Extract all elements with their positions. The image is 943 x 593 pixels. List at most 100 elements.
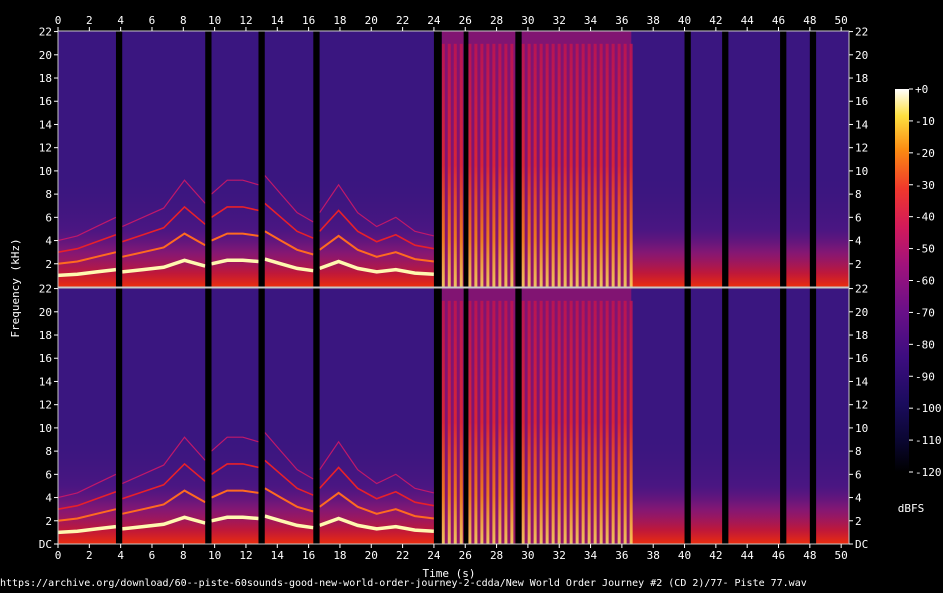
pulse-stripe [605, 43, 609, 287]
y-tick-label: 18 [855, 329, 868, 342]
silence-gap [684, 31, 691, 287]
y-tick-label: 4 [45, 235, 52, 248]
x-tick-label: 50 [835, 549, 848, 562]
pulse-stripe [551, 43, 555, 287]
x-tick-label: 18 [333, 549, 346, 562]
silence-gap [433, 288, 442, 544]
x-tick-label: 26 [459, 14, 472, 27]
colorbar-tick-label: -20 [915, 147, 935, 160]
x-tick-label: 8 [180, 549, 187, 562]
pulse-stripe [533, 300, 537, 544]
y-tick-label: 16 [39, 95, 52, 108]
pulse-stripe [533, 43, 537, 287]
x-tick-label: 0 [55, 549, 62, 562]
pulse-stripe [486, 300, 490, 544]
pulse-stripe [557, 300, 561, 544]
y-tick-label: 8 [45, 188, 52, 201]
y-tick-label: 12 [39, 399, 52, 412]
x-tick-label: 0 [55, 14, 62, 27]
x-tick-label: 22 [396, 14, 409, 27]
pulse-stripe [611, 300, 615, 544]
pulse-stripe [581, 300, 585, 544]
y-tick-label: 12 [855, 399, 868, 412]
x-tick-label: 12 [239, 14, 252, 27]
pulse-stripe [599, 43, 603, 287]
colorbar-tick-label: -40 [915, 211, 935, 224]
silence-gap [515, 288, 522, 544]
silence-gap [809, 31, 817, 287]
y-tick-label: 18 [39, 329, 52, 342]
pulse-stripe [617, 43, 621, 287]
pulse-stripe [447, 43, 451, 287]
silence-gap [515, 31, 522, 287]
colorbar-tick-label: -70 [915, 306, 935, 319]
silence-gap [313, 288, 320, 544]
y-tick-label: 6 [855, 211, 862, 224]
y-tick-label: 10 [39, 422, 52, 435]
colorbar-tick-label: -80 [915, 338, 935, 351]
x-tick-label: 36 [615, 14, 628, 27]
pulse-stripe [557, 43, 561, 287]
pulse-stripe [521, 43, 525, 287]
pulse-stripe [527, 300, 531, 544]
x-tick-label: 50 [835, 14, 848, 27]
colorbar-tick-label: -100 [915, 402, 942, 415]
x-tick-label: 30 [521, 549, 534, 562]
colorbar-tick-label: -120 [915, 466, 942, 479]
x-tick-label: 40 [678, 14, 691, 27]
pulse-stripe [569, 300, 573, 544]
x-tick-label: 16 [302, 549, 315, 562]
x-tick-label: 32 [553, 14, 566, 27]
pulse-stripe [563, 300, 567, 544]
y-tick-label: 6 [855, 468, 862, 481]
pulse-stripe [486, 43, 490, 287]
y-tick-label: 16 [39, 352, 52, 365]
x-tick-label: 28 [490, 549, 503, 562]
pulse-stripe [593, 43, 597, 287]
pulse-stripe [498, 43, 502, 287]
silence-gap [780, 31, 787, 287]
pulse-stripe [492, 300, 496, 544]
y-tick-label: 4 [855, 492, 862, 505]
pulse-stripe [545, 300, 549, 544]
colorbar-tick-label: +0 [915, 83, 928, 96]
x-tick-label: 24 [427, 14, 441, 27]
y-tick-label: 2 [45, 258, 52, 271]
pulse-stripe [539, 300, 543, 544]
pulse-stripe [629, 43, 633, 287]
silence-gap [684, 288, 691, 544]
pulse-stripe [474, 300, 478, 544]
y-tick-label: 22 [855, 26, 868, 39]
pulse-stripe [453, 300, 457, 544]
silence-gap [463, 31, 469, 287]
spectrogram-chart: 2 24 46 68 810 1012 1214 1416 1618 1820 2022 22DC DC… [9, 14, 942, 580]
y-tick-label: 16 [855, 352, 868, 365]
x-tick-label: 10 [208, 549, 221, 562]
x-tick-label: 34 [584, 14, 598, 27]
pulse-stripe [468, 300, 472, 544]
pulse-stripe [623, 300, 627, 544]
x-tick-label: 46 [772, 14, 785, 27]
pulse-stripe [569, 43, 573, 287]
x-tick-label: 40 [678, 549, 691, 562]
pulse-stripe [629, 300, 633, 544]
x-tick-label: 28 [490, 14, 503, 27]
y-tick-label: 10 [855, 165, 868, 178]
y-tick-label: 10 [39, 165, 52, 178]
y-tick-label: 22 [855, 283, 868, 296]
pulse-stripe [498, 300, 502, 544]
y-tick-label: 10 [855, 422, 868, 435]
silence-gap [809, 288, 817, 544]
x-tick-label: 6 [149, 14, 156, 27]
channel-left [57, 30, 850, 288]
y-tick-label: 12 [39, 142, 52, 155]
x-tick-label: 6 [149, 549, 156, 562]
pulse-stripe [521, 300, 525, 544]
pulse-stripe [459, 43, 463, 287]
file-path-caption: https://archive.org/download/60--piste-6… [0, 578, 807, 589]
y-tick-label: DC [39, 538, 52, 551]
y-tick-label: 2 [45, 515, 52, 528]
x-tick-label: 38 [647, 14, 660, 27]
y-tick-label: 22 [39, 26, 52, 39]
pulse-stripe [599, 300, 603, 544]
